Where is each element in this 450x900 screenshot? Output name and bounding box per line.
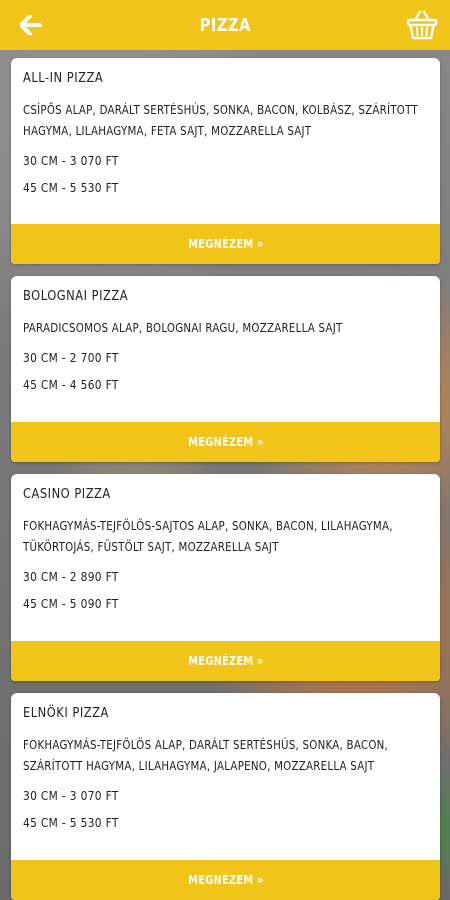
- price-45cm: 45 CM - 5 090 FT: [23, 596, 119, 611]
- price-30cm: 30 CM - 3 070 FT: [23, 788, 119, 803]
- view-button-label: MEGNÉZEM »: [187, 873, 264, 887]
- price-30cm: 30 CM - 2 700 FT: [23, 350, 119, 365]
- pizza-card: ALL-IN PIZZA CSÍPŐS ALAP, DARÁLT SERTÉSH…: [11, 58, 440, 264]
- top-bar: PIZZA: [0, 0, 450, 50]
- view-button-label: MEGNÉZEM »: [187, 654, 264, 668]
- price-45cm: 45 CM - 4 560 FT: [23, 377, 119, 392]
- page-title: PIZZA: [199, 14, 251, 36]
- arrow-left-icon: [20, 15, 42, 35]
- price-30cm: 30 CM - 3 070 FT: [23, 153, 119, 168]
- pizza-name: ELNÖKI PIZZA: [23, 705, 109, 721]
- pizza-card: ELNÖKI PIZZA FOKHAGYMÁS-TEJFÖLÖS ALAP, D…: [11, 693, 440, 900]
- cart-button[interactable]: [404, 6, 440, 44]
- view-button[interactable]: MEGNÉZEM »: [11, 422, 440, 462]
- pizza-card: CASINO PIZZA FOKHAGYMÁS-TEJFÖLÖS-SAJTOS …: [11, 474, 440, 681]
- price-30cm: 30 CM - 2 890 FT: [23, 569, 119, 584]
- view-button-label: MEGNÉZEM »: [187, 237, 264, 251]
- view-button[interactable]: MEGNÉZEM »: [11, 860, 440, 900]
- pizza-ingredients: PARADICSOMOS ALAP, BOLOGNAI RAGU, MOZZAR…: [23, 320, 343, 335]
- view-button-label: MEGNÉZEM »: [187, 435, 264, 449]
- price-45cm: 45 CM - 5 530 FT: [23, 180, 119, 195]
- pizza-ingredients: FOKHAGYMÁS-TEJFÖLÖS-SAJTOS ALAP, SONKA, …: [23, 518, 393, 554]
- pizza-ingredients: FOKHAGYMÁS-TEJFÖLÖS ALAP, DARÁLT SERTÉSH…: [23, 737, 389, 773]
- view-button[interactable]: MEGNÉZEM »: [11, 641, 440, 681]
- basket-icon: [406, 10, 438, 40]
- back-button[interactable]: [14, 8, 48, 42]
- pizza-name: BOLOGNAI PIZZA: [23, 288, 129, 304]
- pizza-name: ALL-IN PIZZA: [23, 70, 104, 86]
- pizza-ingredients: CSÍPŐS ALAP, DARÁLT SERTÉSHÚS, SONKA, BA…: [23, 102, 418, 138]
- view-button[interactable]: MEGNÉZEM »: [11, 224, 440, 264]
- pizza-name: CASINO PIZZA: [23, 486, 111, 502]
- pizza-card: BOLOGNAI PIZZA PARADICSOMOS ALAP, BOLOGN…: [11, 276, 440, 462]
- price-45cm: 45 CM - 5 530 FT: [23, 815, 119, 830]
